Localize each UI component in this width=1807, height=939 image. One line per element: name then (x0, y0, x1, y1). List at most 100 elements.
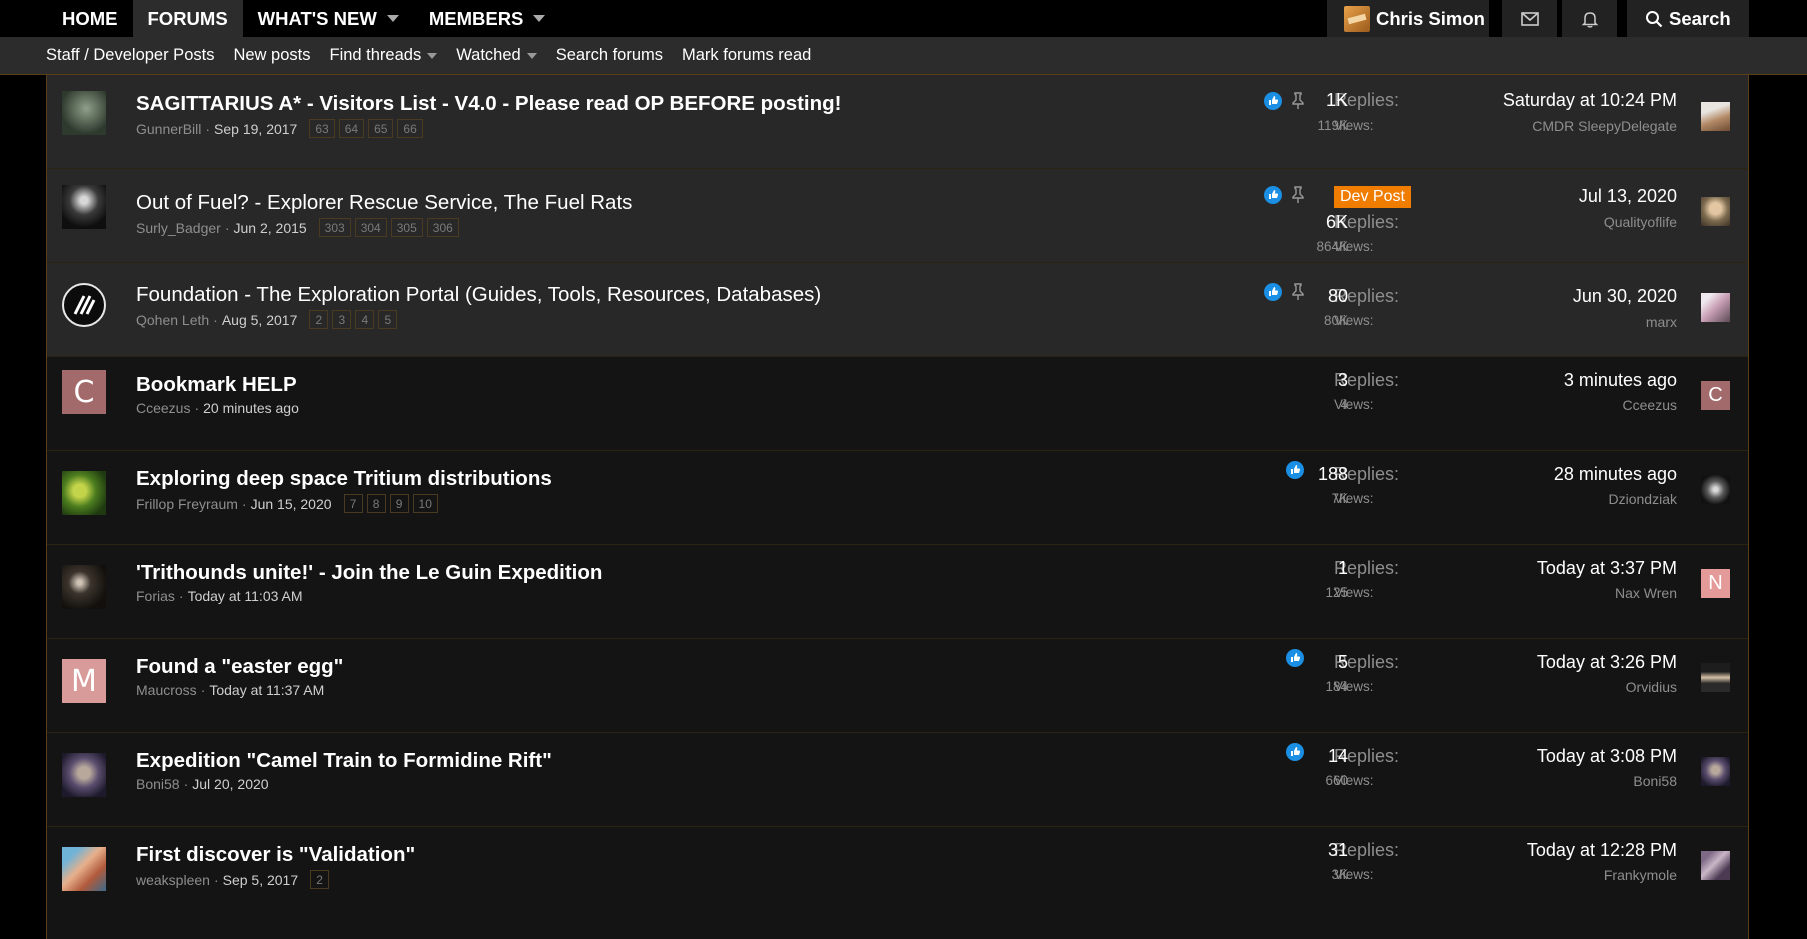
thread-author[interactable]: Qohen Leth (136, 312, 209, 328)
last-poster[interactable]: Frankymole (1604, 867, 1677, 883)
thread-start-date[interactable]: Sep 19, 2017 (214, 121, 297, 137)
subnav-search-forums[interactable]: Search forums (556, 46, 663, 65)
thread-author-avatar[interactable] (62, 753, 106, 797)
thread-start-date[interactable]: Jun 15, 2020 (251, 496, 332, 512)
chevron-down-icon[interactable] (526, 52, 537, 59)
last-poster-avatar[interactable]: C (1701, 381, 1730, 410)
page-link[interactable]: 63 (309, 119, 335, 138)
chevron-down-icon[interactable] (533, 15, 546, 22)
last-poster[interactable]: Orvidius (1626, 679, 1677, 695)
thread-author-avatar[interactable]: M (62, 659, 106, 703)
thread-title[interactable]: Found a "easter egg" (136, 655, 343, 679)
subnav-staff-developer-posts[interactable]: Staff / Developer Posts (46, 46, 214, 65)
search-button[interactable]: Search (1627, 0, 1749, 37)
page-link[interactable]: 66 (397, 119, 423, 138)
page-link[interactable]: 306 (426, 218, 459, 237)
thread-start-date[interactable]: Today at 11:03 AM (188, 588, 303, 604)
thread-author[interactable]: Boni58 (136, 776, 180, 792)
thread-author-avatar[interactable] (62, 185, 106, 229)
page-link[interactable]: 4 (355, 310, 375, 329)
thread-start-date[interactable]: Sep 5, 2017 (223, 872, 299, 888)
page-link[interactable]: 305 (390, 218, 423, 237)
subnav-new-posts[interactable]: New posts (233, 46, 310, 65)
chevron-down-icon[interactable] (427, 52, 438, 59)
last-post-date[interactable]: Today at 3:37 PM (1537, 558, 1677, 579)
tab-home[interactable]: HOME (47, 0, 133, 37)
last-poster-avatar[interactable] (1701, 197, 1730, 226)
thread-title[interactable]: SAGITTARIUS A* - Visitors List - V4.0 - … (136, 92, 842, 116)
thread-author[interactable]: Cceezus (136, 400, 190, 416)
last-poster-avatar[interactable] (1701, 475, 1730, 504)
page-link[interactable]: 7 (343, 494, 363, 513)
last-post-date[interactable]: Jul 13, 2020 (1579, 186, 1677, 207)
last-post-date[interactable]: Today at 3:08 PM (1537, 746, 1677, 767)
thread-author[interactable]: Surly_Badger (136, 220, 221, 236)
last-poster[interactable]: Cceezus (1623, 397, 1677, 413)
subnav-find-threads[interactable]: Find threads (329, 46, 438, 65)
dev-post-badge[interactable]: Dev Post (1334, 186, 1411, 208)
page-link[interactable]: 64 (338, 119, 365, 138)
last-post-date[interactable]: Today at 12:28 PM (1527, 840, 1677, 861)
last-post-date[interactable]: Jun 30, 2020 (1573, 286, 1677, 307)
tab-forums[interactable]: FORUMS (132, 0, 243, 37)
last-poster-avatar[interactable]: N (1701, 569, 1730, 598)
page-link[interactable]: 2 (310, 870, 330, 889)
thread-start-date[interactable]: Jun 2, 2015 (234, 220, 307, 236)
page-link[interactable]: 3 (332, 310, 352, 329)
last-post-date[interactable]: Saturday at 10:24 PM (1503, 90, 1677, 111)
subnav-mark-forums-read[interactable]: Mark forums read (682, 46, 811, 65)
subnav-watched[interactable]: Watched (456, 46, 537, 65)
thread-start-date[interactable]: Today at 11:37 AM (209, 682, 324, 698)
page-link[interactable]: 65 (368, 119, 394, 138)
last-poster[interactable]: Boni58 (1633, 773, 1677, 789)
thread-meta: Forias · Today at 11:03 AM (136, 588, 303, 604)
thread-author-avatar[interactable] (62, 847, 106, 891)
thread-title[interactable]: Bookmark HELP (136, 373, 297, 397)
thread-author-avatar[interactable] (62, 565, 106, 609)
page-link[interactable]: 10 (412, 494, 438, 513)
thread-start-date[interactable]: 20 minutes ago (203, 400, 299, 416)
thread-start-date[interactable]: Jul 20, 2020 (192, 776, 268, 792)
thread-title[interactable]: 'Trithounds unite!' - Join the Le Guin E… (136, 561, 602, 585)
thread-author[interactable]: Forias (136, 588, 175, 604)
last-poster-avatar[interactable] (1701, 757, 1730, 786)
tab-whats-new[interactable]: WHAT'S NEW (243, 0, 414, 37)
thread-author-avatar[interactable] (62, 91, 106, 135)
last-poster[interactable]: Qualityoflife (1604, 214, 1677, 230)
last-poster-avatar[interactable] (1701, 663, 1730, 692)
last-poster[interactable]: Nax Wren (1615, 585, 1677, 601)
thread-title[interactable]: Out of Fuel? - Explorer Rescue Service, … (136, 191, 632, 215)
last-poster[interactable]: Dziondziak (1609, 491, 1677, 507)
page-link[interactable]: 2 (309, 310, 329, 329)
last-poster-avatar[interactable] (1701, 102, 1730, 131)
thread-author[interactable]: GunnerBill (136, 121, 201, 137)
last-poster-avatar[interactable] (1701, 851, 1730, 880)
thread-title[interactable]: Exploring deep space Tritium distributio… (136, 467, 552, 491)
last-poster[interactable]: marx (1646, 314, 1677, 330)
thread-title[interactable]: Expedition "Camel Train to Formidine Rif… (136, 749, 552, 773)
thread-title[interactable]: Foundation - The Exploration Portal (Gui… (136, 283, 821, 307)
page-link[interactable]: 304 (354, 218, 387, 237)
last-poster-avatar[interactable] (1701, 293, 1730, 322)
tab-members[interactable]: MEMBERS (414, 0, 561, 37)
thread-author[interactable]: Maucross (136, 682, 197, 698)
thread-author[interactable]: Frillop Freyraum (136, 496, 238, 512)
page-link[interactable]: 303 (318, 218, 351, 237)
thread-author-avatar[interactable]: C (62, 370, 106, 414)
last-post-date[interactable]: Today at 3:26 PM (1537, 652, 1677, 673)
last-post-date[interactable]: 3 minutes ago (1564, 370, 1677, 391)
thread-start-date[interactable]: Aug 5, 2017 (222, 312, 298, 328)
chevron-down-icon[interactable] (386, 15, 399, 22)
page-link[interactable]: 5 (378, 310, 398, 329)
alerts-button[interactable] (1562, 0, 1617, 37)
page-link[interactable]: 8 (366, 494, 386, 513)
thread-author-avatar[interactable] (62, 283, 106, 327)
page-link[interactable]: 9 (389, 494, 409, 513)
inbox-button[interactable] (1502, 0, 1557, 37)
last-poster[interactable]: CMDR SleepyDelegate (1532, 118, 1677, 134)
last-post-date[interactable]: 28 minutes ago (1554, 464, 1677, 485)
thread-author-avatar[interactable] (62, 471, 106, 515)
thread-title[interactable]: First discover is "Validation" (136, 843, 415, 867)
thread-author[interactable]: weakspleen (136, 872, 210, 888)
user-account-button[interactable]: Chris Simon (1327, 0, 1489, 37)
